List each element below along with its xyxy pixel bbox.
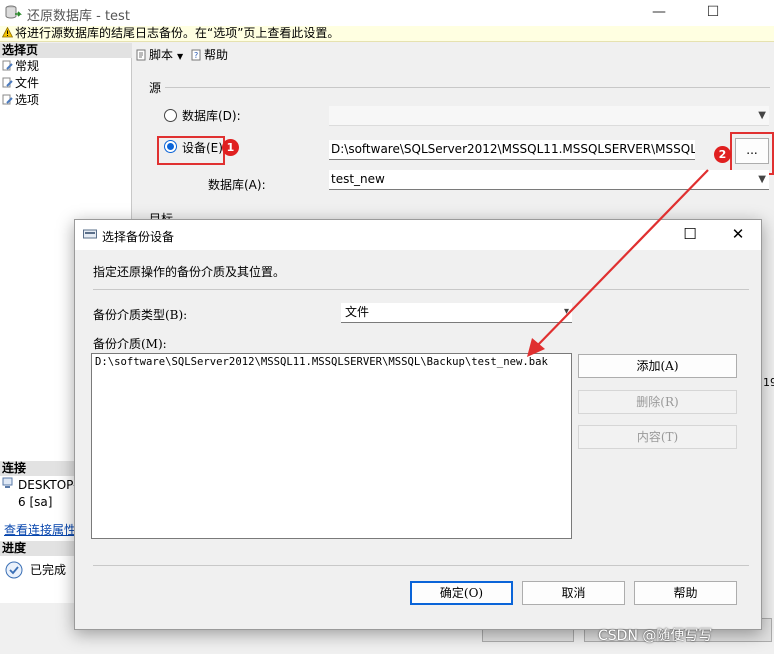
sidebar-item-label: 常规 (15, 59, 40, 73)
step-badge-2: 2 (714, 146, 731, 163)
pages-header: 选择页 (0, 43, 132, 58)
chevron-down-icon: ▾ (563, 306, 569, 317)
contents-button[interactable]: 内容(T) (578, 425, 737, 449)
dialog-title: 选择备份设备 (102, 230, 175, 244)
backup-media-list[interactable]: D:\software\SQLServer2012\MSSQL11.MSSQLS… (91, 353, 572, 539)
script-icon (136, 49, 146, 61)
view-connection-properties-link[interactable]: 查看连接属性 (4, 521, 76, 538)
page-wrench-icon (2, 60, 13, 71)
watermark: CSDN @随便写写 (598, 628, 713, 644)
svg-text:?: ? (194, 51, 198, 60)
restore-database-combo[interactable]: test_new ▼ (329, 170, 769, 190)
backup-device-icon (83, 229, 97, 239)
remove-button[interactable]: 删除(R) (578, 390, 737, 414)
sidebar-item-label: 文件 (15, 76, 40, 90)
toolbar: 脚本 ▼ ? 帮助 (133, 43, 774, 65)
device-path-field[interactable]: D:\software\SQLServer2012\MSSQL11.MSSQLS… (329, 140, 695, 160)
warning-bar: 将进行源数据库的结尾日志备份。在“选项”页上查看此设置。 (0, 26, 774, 42)
page-wrench-icon (2, 77, 13, 88)
dialog-description: 指定还原操作的备份介质及其位置。 (93, 265, 286, 279)
dialog-titlebar: 选择备份设备 ☐ ✕ (75, 220, 761, 250)
script-button[interactable]: 脚本 ▼ (136, 46, 183, 63)
maximize-button[interactable]: ☐ (690, 0, 736, 26)
progress-status: 已完成 (30, 563, 67, 577)
step-badge-1: 1 (222, 139, 239, 156)
chevron-down-icon: ▼ (177, 52, 184, 61)
background-digit: 19 (763, 376, 774, 389)
connection-server: DESKTOP- (18, 478, 78, 492)
warning-text: 将进行源数据库的结尾日志备份。在“选项”页上查看此设置。 (15, 26, 340, 40)
add-button[interactable]: 添加(A) (578, 354, 737, 378)
list-item[interactable]: D:\software\SQLServer2012\MSSQL11.MSSQLS… (95, 356, 548, 368)
dialog-maximize-button[interactable]: ☐ (675, 222, 705, 248)
database-restore-icon (5, 5, 22, 19)
sidebar-item-general[interactable]: 常规 (2, 58, 39, 74)
window-titlebar: 还原数据库 - test — ☐ (0, 0, 774, 26)
media-type-label: 备份介质类型(B): (93, 308, 188, 322)
cancel-button[interactable]: 取消 (522, 581, 625, 605)
check-circle-icon (5, 561, 23, 579)
help-icon: ? (191, 49, 201, 61)
source-database-combo: ▼ (329, 106, 769, 126)
database-radio[interactable] (164, 109, 177, 122)
database-label: 数据库(A): (208, 178, 266, 192)
media-label: 备份介质(M): (93, 337, 167, 351)
chevron-down-icon: ▼ (758, 174, 766, 185)
browse-button[interactable]: ... (735, 138, 769, 164)
dialog-help-button[interactable]: 帮助 (634, 581, 737, 605)
ok-button[interactable]: 确定(O) (410, 581, 513, 605)
device-highlight-box (157, 136, 225, 165)
database-radio-label: 数据库(D): (182, 109, 241, 123)
dialog-close-button[interactable]: ✕ (723, 222, 753, 248)
media-type-combo[interactable]: 文件 ▾ (341, 303, 572, 323)
select-backup-device-dialog: 选择备份设备 ☐ ✕ 指定还原操作的备份介质及其位置。 备份介质类型(B): 文… (74, 219, 762, 630)
window-title: 还原数据库 - test (27, 9, 130, 24)
server-icon (2, 477, 13, 488)
minimize-button[interactable]: — (636, 0, 682, 26)
sidebar-item-files[interactable]: 文件 (2, 75, 39, 91)
help-button[interactable]: ? 帮助 (191, 46, 228, 63)
page-wrench-icon (2, 94, 13, 105)
chevron-down-icon: ▼ (758, 110, 766, 121)
source-divider (165, 87, 770, 88)
warning-icon (2, 27, 13, 38)
source-group-label: 源 (149, 81, 162, 95)
dialog-divider-bottom (93, 565, 749, 566)
dialog-divider-top (93, 289, 749, 290)
sidebar-item-options[interactable]: 选项 (2, 92, 39, 108)
sidebar-item-label: 选项 (15, 93, 40, 107)
connection-user: 6 [sa] (18, 495, 53, 509)
